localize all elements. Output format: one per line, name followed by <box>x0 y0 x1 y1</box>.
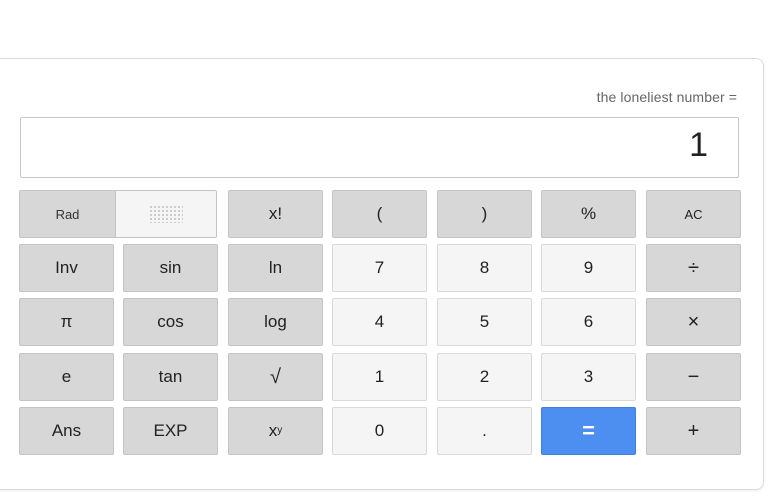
digit-7-button[interactable]: 7 <box>332 244 427 292</box>
power-button[interactable]: xy <box>228 407 323 455</box>
ln-button[interactable]: ln <box>228 244 323 292</box>
deg-button[interactable] <box>116 191 216 237</box>
factorial-button[interactable]: x! <box>228 190 323 238</box>
digit-1-button[interactable]: 1 <box>332 353 427 401</box>
multiply-button[interactable]: × <box>646 298 741 346</box>
cos-button[interactable]: cos <box>123 298 218 346</box>
calculator-display: 1 <box>20 117 739 178</box>
inverse-button[interactable]: Inv <box>19 244 114 292</box>
angle-mode-toggle[interactable]: Rad <box>19 190 217 238</box>
sin-button[interactable]: sin <box>123 244 218 292</box>
divide-button[interactable]: ÷ <box>646 244 741 292</box>
dotted-pattern-icon <box>149 205 183 223</box>
plus-button[interactable]: + <box>646 407 741 455</box>
rad-button[interactable]: Rad <box>20 191 116 237</box>
power-exponent-label: y <box>277 424 283 436</box>
exponent-button[interactable]: EXP <box>123 407 218 455</box>
digit-2-button[interactable]: 2 <box>437 353 532 401</box>
expression-label: the loneliest number = <box>596 89 737 105</box>
e-constant-button[interactable]: e <box>19 353 114 401</box>
digit-3-button[interactable]: 3 <box>541 353 636 401</box>
answer-button[interactable]: Ans <box>19 407 114 455</box>
tan-button[interactable]: tan <box>123 353 218 401</box>
pi-button[interactable]: π <box>19 298 114 346</box>
square-root-button[interactable]: √ <box>228 353 323 401</box>
digit-0-button[interactable]: 0 <box>332 407 427 455</box>
all-clear-button[interactable]: AC <box>646 190 741 238</box>
log-button[interactable]: log <box>228 298 323 346</box>
close-paren-button[interactable]: ) <box>437 190 532 238</box>
equals-button[interactable]: = <box>541 407 636 455</box>
percent-button[interactable]: % <box>541 190 636 238</box>
calculator-keypad: Rad x! ( ) % AC Inv sin ln 7 8 9 ÷ π cos… <box>19 190 741 456</box>
digit-8-button[interactable]: 8 <box>437 244 532 292</box>
digit-6-button[interactable]: 6 <box>541 298 636 346</box>
decimal-point-button[interactable]: . <box>437 407 532 455</box>
power-base-label: x <box>268 421 278 440</box>
result-value: 1 <box>689 126 708 164</box>
digit-5-button[interactable]: 5 <box>437 298 532 346</box>
minus-button[interactable]: − <box>646 353 741 401</box>
digit-4-button[interactable]: 4 <box>332 298 427 346</box>
digit-9-button[interactable]: 9 <box>541 244 636 292</box>
open-paren-button[interactable]: ( <box>332 190 427 238</box>
